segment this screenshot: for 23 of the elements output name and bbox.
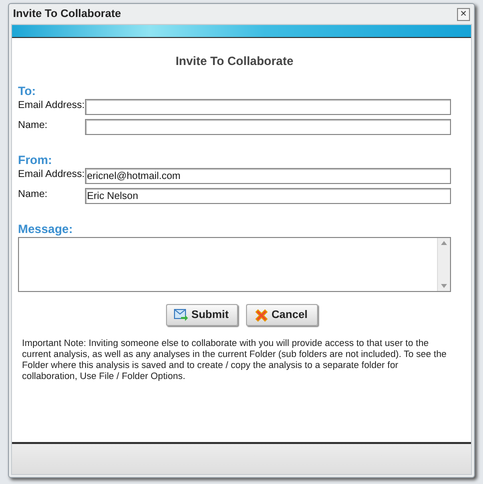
dialog-heading: Invite To Collaborate — [174, 54, 294, 68]
field-label: Email Address: — [18, 99, 85, 111]
scroll-up-icon[interactable] — [441, 241, 447, 245]
envelope-icon — [174, 309, 188, 321]
input-field[interactable] — [85, 99, 451, 115]
section-title: To: — [18, 84, 37, 98]
field-label: Name: — [18, 119, 48, 131]
message-field[interactable] — [18, 237, 451, 292]
scrollbar[interactable] — [437, 238, 450, 291]
input-field[interactable]: ericnel@hotmail.com — [85, 168, 451, 184]
field-label: Name: — [18, 188, 48, 200]
important-note: Important Note: Inviting someone else to collaborate with you will provide access to that user to the current analysis, as well as any analyses in the current Folder (sub folders are not included). To see the Folder where this analysis is saved and to create / copy the analysis to a separate folder for collaboration, Use File / Folder Options. — [21, 338, 448, 382]
input-field[interactable]: Eric Nelson — [85, 188, 451, 204]
input-field[interactable] — [85, 119, 451, 135]
field-label: Email Address: — [18, 168, 85, 180]
cross-icon — [255, 308, 268, 322]
cancel-button[interactable]: Cancel — [246, 304, 318, 326]
close-button[interactable]: × — [457, 8, 470, 20]
section-title: Message: — [18, 222, 74, 236]
scroll-down-icon[interactable] — [441, 284, 447, 288]
submit-button[interactable]: Submit — [166, 304, 238, 326]
window-title: Invite To Collaborate — [13, 8, 121, 20]
section-title: From: — [18, 153, 53, 167]
